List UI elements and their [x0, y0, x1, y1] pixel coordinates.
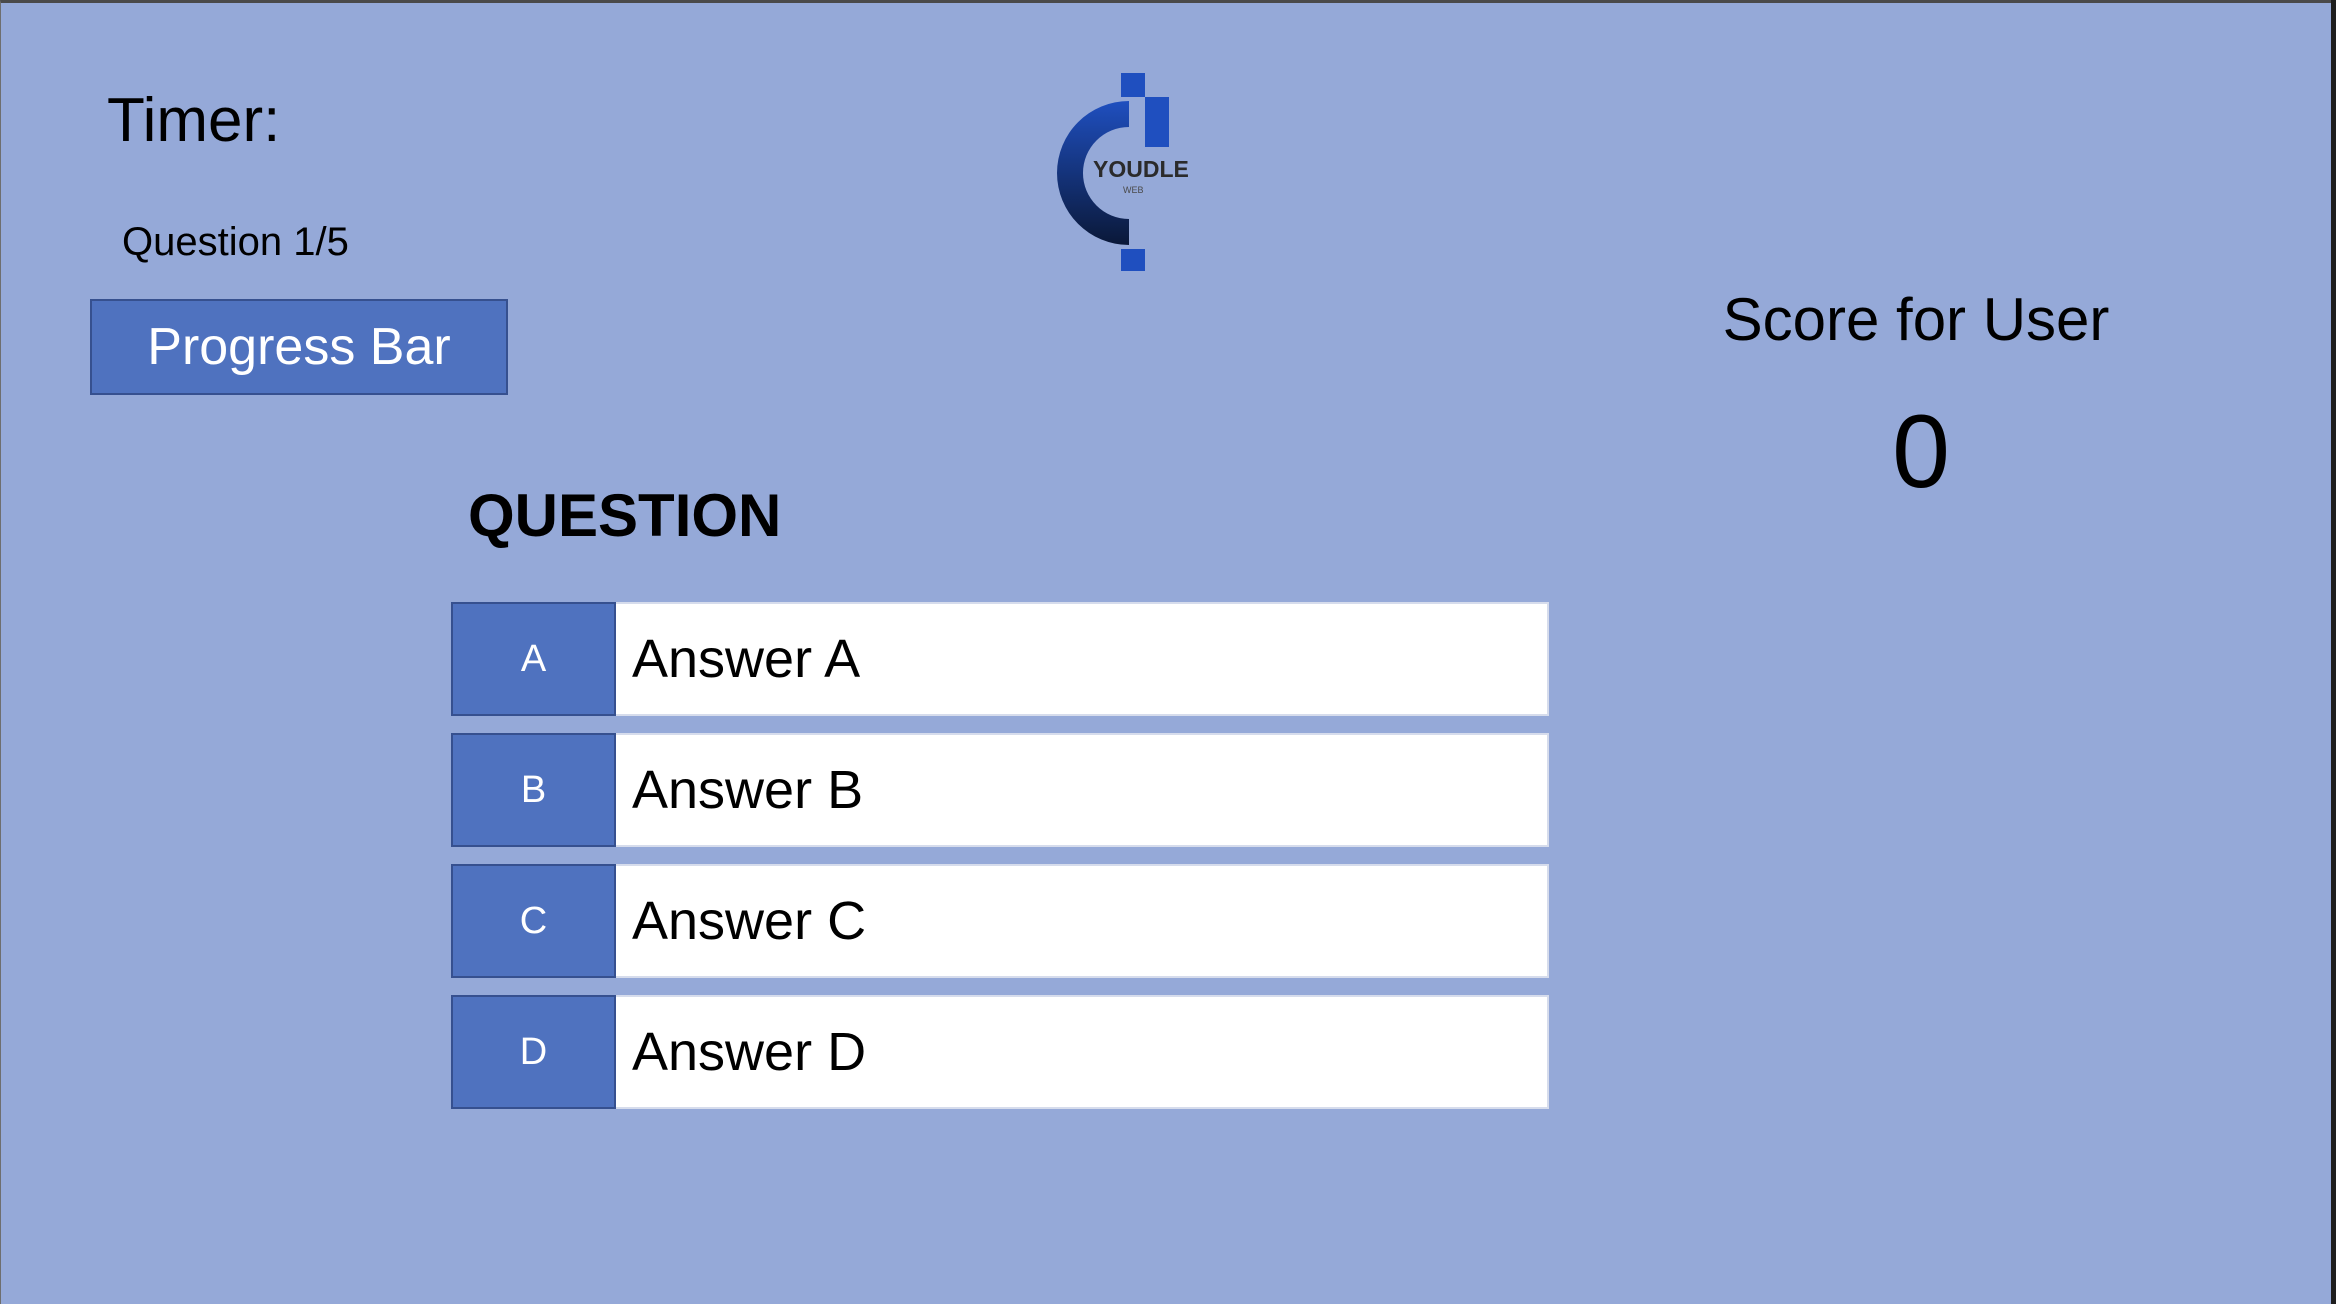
progress-bar: Progress Bar	[90, 299, 508, 395]
answer-letter[interactable]: A	[451, 602, 616, 716]
youdle-web-logo: YOUDLE WEB	[1057, 73, 1189, 271]
answer-letter[interactable]: C	[451, 864, 616, 978]
answer-option-a[interactable]: A Answer A	[451, 602, 1549, 716]
timer-label: Timer:	[107, 86, 281, 155]
answer-letter[interactable]: B	[451, 733, 616, 847]
answer-text[interactable]: Answer D	[616, 995, 1549, 1109]
answer-list: A Answer A B Answer B C Answer C D Answe…	[451, 602, 1549, 1126]
logo-name: YOUDLE	[1093, 156, 1189, 182]
answer-option-b[interactable]: B Answer B	[451, 733, 1549, 847]
score-value: 0	[1892, 394, 1950, 510]
question-counter: Question 1/5	[122, 220, 349, 264]
answer-text[interactable]: Answer B	[616, 733, 1549, 847]
quiz-screen: Timer: Question 1/5 Progress Bar YOUDLE …	[0, 0, 2331, 1304]
answer-text[interactable]: Answer C	[616, 864, 1549, 978]
answer-letter[interactable]: D	[451, 995, 616, 1109]
logo-sub: WEB	[1123, 185, 1144, 195]
progress-bar-label: Progress Bar	[147, 318, 451, 376]
window-edge	[2331, 0, 2336, 1304]
answer-option-d[interactable]: D Answer D	[451, 995, 1549, 1109]
answer-text[interactable]: Answer A	[616, 602, 1549, 716]
answer-option-c[interactable]: C Answer C	[451, 864, 1549, 978]
question-title: QUESTION	[468, 482, 782, 549]
score-label: Score for User	[1722, 286, 2110, 353]
